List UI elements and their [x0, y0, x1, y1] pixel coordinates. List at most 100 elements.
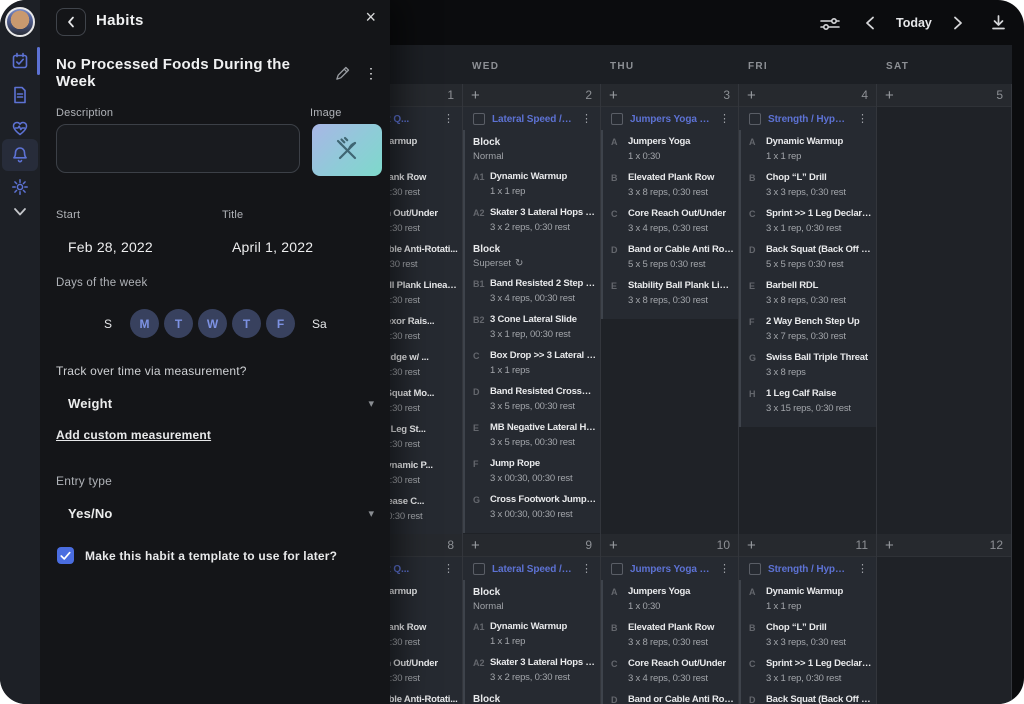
calendar-check-icon[interactable] [11, 52, 29, 70]
add-entry-button[interactable]: + [885, 88, 894, 103]
exercise-row[interactable]: EStability Ball Plank Linear ...3 x 8 re… [603, 275, 738, 311]
workout-checkbox[interactable] [473, 563, 485, 575]
day-toggle-sunday[interactable]: S [104, 317, 112, 331]
exercise-row[interactable]: DBand or Cable Anti Rotati...5 x 5 reps … [603, 239, 738, 275]
exercise-row[interactable]: CSprint >> 1 Leg Declarations3 x 1 rep, … [741, 203, 876, 239]
heart-pulse-icon[interactable] [11, 119, 29, 137]
card-menu-icon[interactable]: ⋮ [581, 564, 592, 575]
card-menu-icon[interactable]: ⋮ [719, 114, 730, 125]
exercise-row[interactable]: A2Skater 3 Lateral Hops >> ...3 x 2 reps… [465, 202, 600, 238]
exercise-row[interactable]: BElevated Plank Row3 x 8 reps, 0:30 rest [603, 617, 738, 653]
exercise-row[interactable]: DBand Resisted Crossover...3 x 5 reps, 0… [465, 381, 600, 417]
workout-checkbox[interactable] [611, 563, 623, 575]
exercise-tag: E [611, 279, 628, 293]
day-toggle-thursday[interactable]: T [232, 309, 261, 338]
add-custom-measurement-link[interactable]: Add custom measurement [56, 428, 211, 442]
exercise-tag: D [611, 693, 628, 704]
add-entry-button[interactable]: + [885, 538, 894, 553]
prev-week-icon[interactable] [863, 15, 877, 31]
card-menu-icon[interactable]: ⋮ [443, 114, 454, 125]
workout-checkbox[interactable] [749, 563, 761, 575]
template-checkbox[interactable] [57, 547, 74, 564]
today-button[interactable]: Today [896, 16, 932, 30]
workout-title[interactable]: Jumpers Yoga / Core [630, 114, 712, 125]
exercise-row[interactable]: GCross Footwork Jump Rope3 x 00:30, 00:3… [465, 489, 600, 525]
exercise-row[interactable]: EBarbell RDL3 x 8 reps, 0:30 rest [741, 275, 876, 311]
exercise-row[interactable]: ADynamic Warmup1 x 1 rep [741, 581, 876, 617]
exercise-row[interactable]: DBand or Cable Anti Rotati...5 x 5 reps … [603, 689, 738, 704]
add-entry-button[interactable]: + [609, 88, 618, 103]
card-menu-icon[interactable]: ⋮ [857, 564, 868, 575]
avatar[interactable] [5, 7, 35, 37]
start-date-value[interactable]: Feb 28, 2022 [68, 239, 153, 255]
exercise-row[interactable]: A1Dynamic Warmup1 x 1 rep [465, 616, 600, 652]
exercise-row[interactable]: A1Dynamic Warmup1 x 1 rep [465, 166, 600, 202]
card-menu-icon[interactable]: ⋮ [581, 114, 592, 125]
workout-title[interactable]: Strength / Hypertro... [768, 114, 850, 125]
add-entry-button[interactable]: + [747, 88, 756, 103]
card-menu-icon[interactable]: ⋮ [857, 114, 868, 125]
workout-checkbox[interactable] [749, 113, 761, 125]
entry-type-dropdown[interactable]: Yes/No ▾ [56, 502, 374, 524]
exercise-row[interactable]: GSwiss Ball Triple Threat3 x 8 reps [741, 347, 876, 383]
workout-title[interactable]: Lateral Speed / Plyo [492, 114, 574, 125]
card-menu-icon[interactable]: ⋮ [443, 564, 454, 575]
exercise-row[interactable]: BElevated Plank Row3 x 8 reps, 0:30 rest [603, 167, 738, 203]
exercise-row[interactable]: B23 Cone Lateral Slide3 x 1 rep, 00:30 r… [465, 309, 600, 345]
exercise-row[interactable]: ADynamic Warmup1 x 1 rep [741, 131, 876, 167]
card-menu-icon[interactable]: ⋮ [719, 564, 730, 575]
close-icon[interactable]: × [365, 8, 376, 26]
exercise-row[interactable]: CCore Reach Out/Under3 x 4 reps, 0:30 re… [603, 203, 738, 239]
day-toggle-monday[interactable]: M [130, 309, 159, 338]
bell-icon[interactable] [11, 146, 29, 164]
workout-checkbox[interactable] [611, 113, 623, 125]
exercise-name: Dynamic Warmup [766, 135, 872, 149]
workout-checkbox[interactable] [473, 113, 485, 125]
download-icon[interactable] [990, 14, 1007, 32]
add-entry-button[interactable]: + [609, 538, 618, 553]
day-toggle-wednesday[interactable]: W [198, 309, 227, 338]
day-toggle-friday[interactable]: F [266, 309, 295, 338]
next-week-icon[interactable] [951, 15, 965, 31]
exercise-tag: A1 [473, 620, 490, 634]
exercise-row[interactable]: F2 Way Bench Step Up3 x 7 reps, 0:30 res… [741, 311, 876, 347]
day-toggle-tuesday[interactable]: T [164, 309, 193, 338]
add-entry-button[interactable]: + [747, 538, 756, 553]
habit-menu-icon[interactable]: ⋮ [364, 65, 378, 82]
calendar-day-cell: +11Strength / Hypertro...⋮ADynamic Warmu… [738, 534, 876, 704]
exercise-row[interactable]: AJumpers Yoga1 x 0:30 [603, 131, 738, 167]
add-entry-button[interactable]: + [471, 538, 480, 553]
workout-title[interactable]: Lateral Speed / Plyo [492, 564, 574, 575]
document-icon[interactable] [11, 86, 29, 104]
edit-pencil-icon[interactable] [335, 66, 350, 81]
start-label: Start [56, 209, 80, 221]
workout-title[interactable]: Jumpers Yoga / Core [630, 564, 712, 575]
exercise-row[interactable]: CSprint >> 1 Leg Declarations3 x 1 rep, … [741, 653, 876, 689]
exercise-tag: A1 [473, 170, 490, 184]
exercise-row[interactable]: DBack Squat (Back Off Set)5 x 5 reps 0:3… [741, 239, 876, 275]
exercise-row[interactable]: DBack Squat (Back Off Set)5 x 5 reps 0:3… [741, 689, 876, 704]
exercise-row[interactable]: FJump Rope3 x 00:30, 00:30 rest [465, 453, 600, 489]
add-entry-button[interactable]: + [471, 88, 480, 103]
exercise-row[interactable]: BChop “L” Drill3 x 3 reps, 0:30 rest [741, 167, 876, 203]
exercise-row[interactable]: CBox Drop >> 3 Lateral H...1 x 1 reps [465, 345, 600, 381]
block-header: BlockNormal [465, 131, 600, 166]
calendar-day-cell: +9Lateral Speed / Plyo⋮BlockNormalA1Dyna… [462, 534, 600, 704]
back-button[interactable] [56, 8, 86, 36]
exercise-row[interactable]: BChop “L” Drill3 x 3 reps, 0:30 rest [741, 617, 876, 653]
exercise-row[interactable]: H1 Leg Calf Raise3 x 15 reps, 0:30 rest [741, 383, 876, 419]
filter-sliders-icon[interactable] [820, 16, 840, 32]
sidebar-expand-chevron-icon[interactable] [11, 206, 29, 224]
exercise-row[interactable]: EMB Negative Lateral Hop...3 x 5 reps, 0… [465, 417, 600, 453]
gear-icon[interactable] [11, 178, 29, 196]
workout-title[interactable]: Strength / Hypertro... [768, 564, 850, 575]
image-button[interactable] [312, 124, 382, 176]
description-input[interactable] [56, 124, 300, 173]
exercise-row[interactable]: B1Band Resisted 2 Step Late...3 x 4 reps… [465, 273, 600, 309]
exercise-row[interactable]: A2Skater 3 Lateral Hops >> ...3 x 2 reps… [465, 652, 600, 688]
end-date-value[interactable]: April 1, 2022 [232, 239, 313, 255]
day-toggle-saturday[interactable]: Sa [312, 317, 327, 331]
exercise-row[interactable]: AJumpers Yoga1 x 0:30 [603, 581, 738, 617]
measurement-dropdown[interactable]: Weight ▾ [56, 392, 374, 414]
exercise-row[interactable]: CCore Reach Out/Under3 x 4 reps, 0:30 re… [603, 653, 738, 689]
